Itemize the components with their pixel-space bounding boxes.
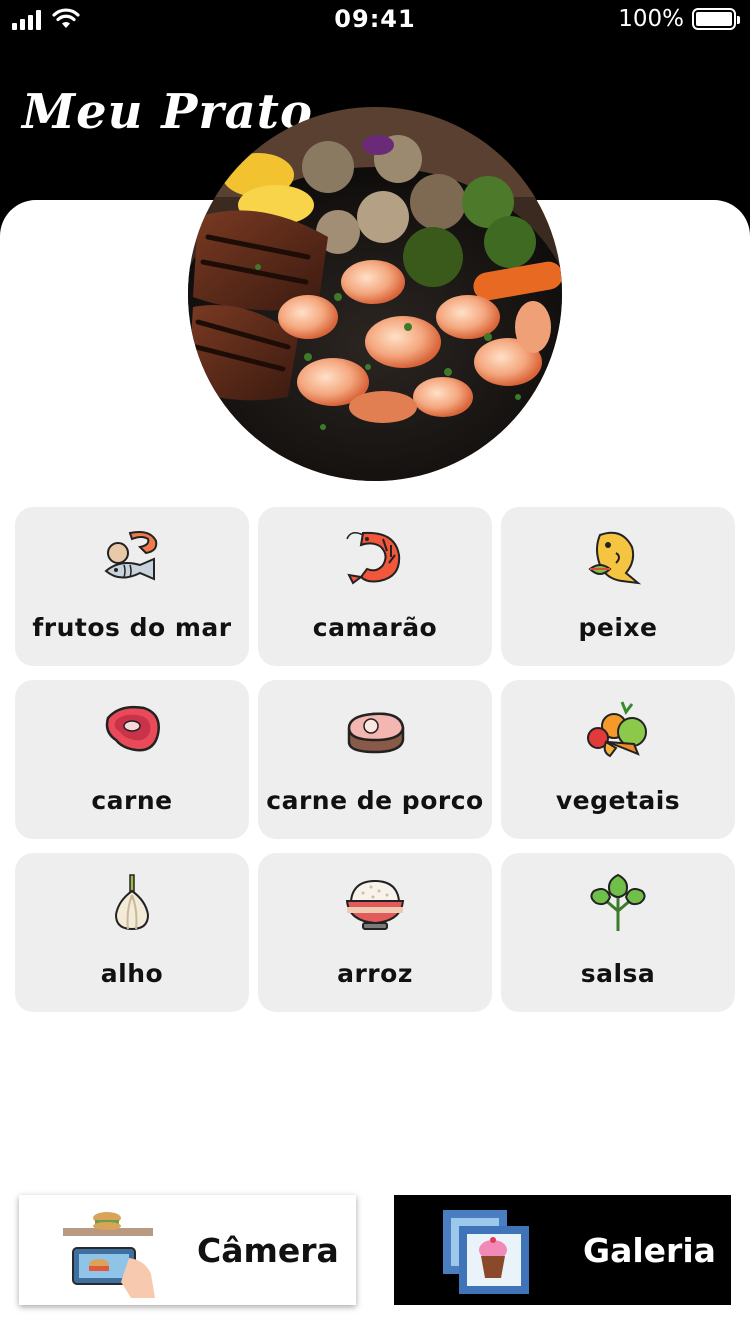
category-label: salsa: [580, 959, 656, 988]
garlic-icon: [100, 871, 164, 935]
category-label: camarão: [312, 613, 438, 642]
camera-capture-icon: [59, 1202, 159, 1298]
status-bar: 09:41 100%: [0, 0, 750, 40]
shrimp-icon: [343, 525, 407, 589]
battery-percent: 100%: [618, 6, 684, 32]
gallery-button-label: Galeria: [583, 1230, 716, 1270]
category-card-peixe[interactable]: peixe: [501, 507, 735, 666]
parsley-icon: [586, 871, 650, 935]
pork-meat-icon: [343, 698, 407, 762]
battery-icon: [692, 8, 740, 30]
category-card-carne[interactable]: carne: [15, 680, 249, 839]
category-label: vegetais: [555, 786, 681, 815]
app-title: Meu Prato: [22, 84, 313, 140]
category-grid: frutos do mar camarão peixe carne carne …: [15, 507, 735, 1012]
category-card-salsa[interactable]: salsa: [501, 853, 735, 1012]
status-right: 100%: [618, 6, 740, 32]
category-label: carne: [91, 786, 173, 815]
vegetables-icon: [586, 698, 650, 762]
rice-bowl-icon: [343, 871, 407, 935]
camera-button-label: Câmera: [197, 1230, 339, 1270]
category-label: arroz: [337, 959, 413, 988]
category-card-camarao[interactable]: camarão: [258, 507, 492, 666]
category-card-frutos-do-mar[interactable]: frutos do mar: [15, 507, 249, 666]
beef-steak-icon: [100, 698, 164, 762]
gallery-button[interactable]: Galeria: [394, 1195, 731, 1305]
gallery-photos-icon: [439, 1202, 535, 1298]
food-photo: [188, 107, 562, 481]
category-label: peixe: [578, 613, 658, 642]
fish-icon: [586, 525, 650, 589]
category-label: frutos do mar: [32, 613, 232, 642]
category-label: carne de porco: [266, 786, 484, 815]
camera-button[interactable]: Câmera: [19, 1195, 356, 1305]
category-label: alho: [100, 959, 164, 988]
category-card-vegetais[interactable]: vegetais: [501, 680, 735, 839]
category-card-alho[interactable]: alho: [15, 853, 249, 1012]
seafood-icon: [100, 525, 164, 589]
category-card-carne-de-porco[interactable]: carne de porco: [258, 680, 492, 839]
category-card-arroz[interactable]: arroz: [258, 853, 492, 1012]
